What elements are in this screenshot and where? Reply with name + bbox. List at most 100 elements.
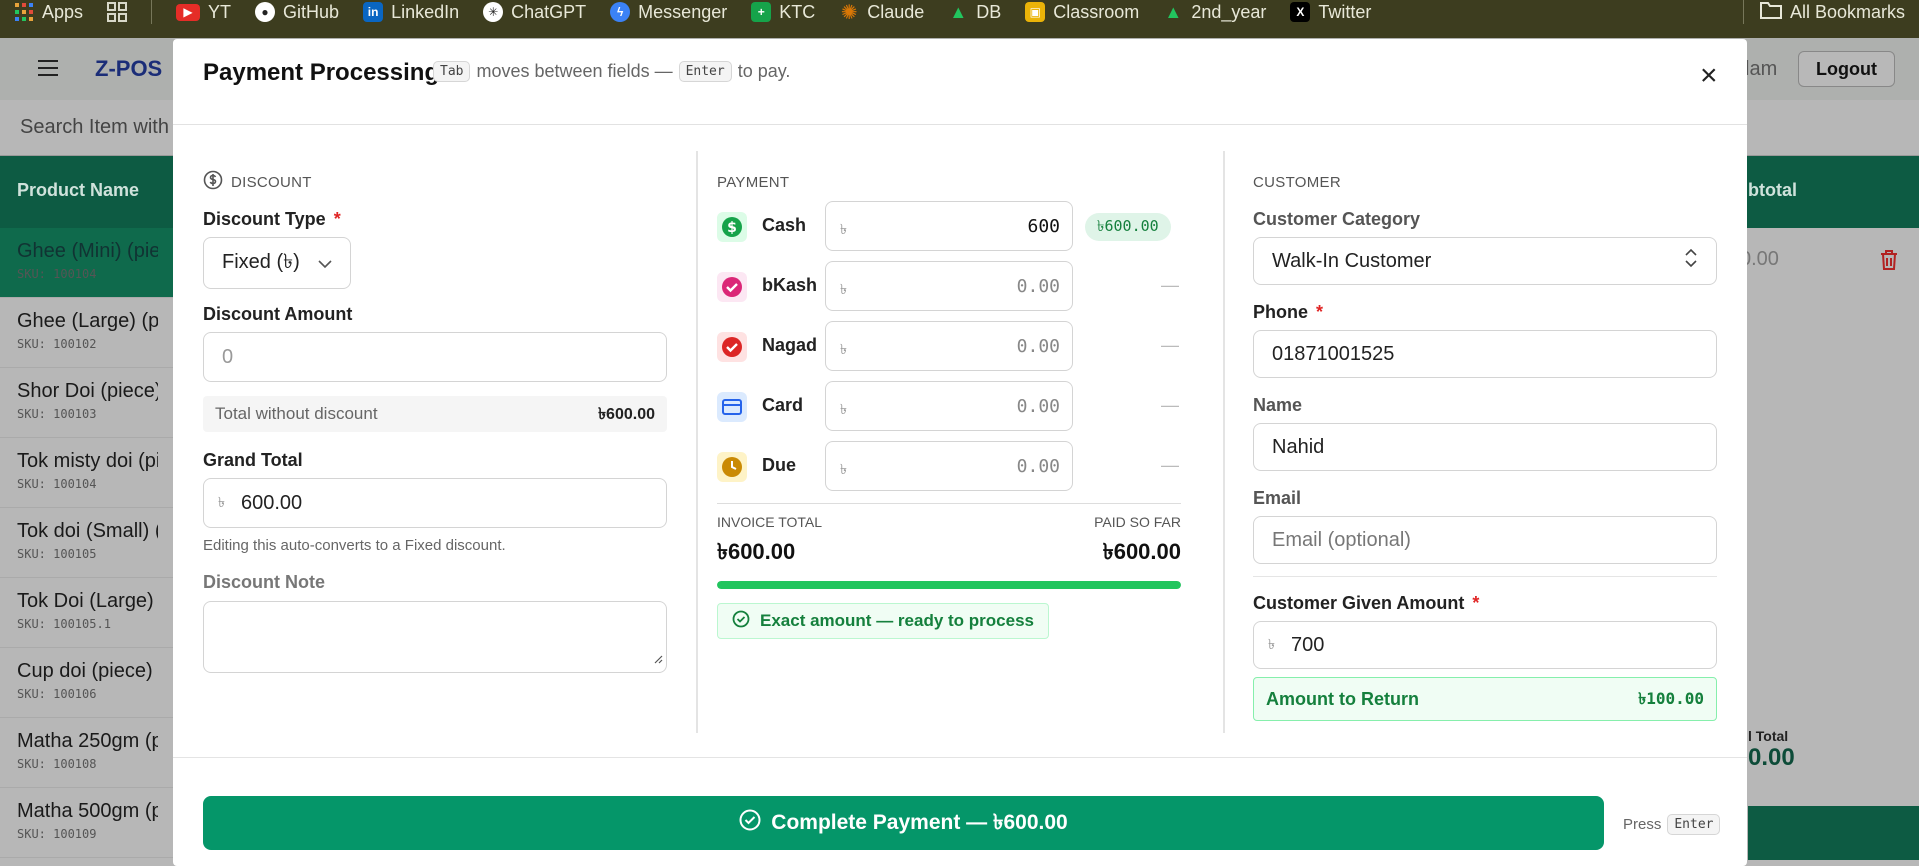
- brand-logo: Z-POS: [95, 56, 163, 81]
- product-item[interactable]: Matha 500gm (p SKU: 100109: [0, 788, 175, 858]
- bookmark-classroom[interactable]: ▣ Classroom: [1025, 2, 1139, 23]
- bookmark-github[interactable]: ● GitHub: [255, 2, 339, 23]
- discount-amount-input[interactable]: 0: [203, 332, 667, 382]
- x-icon: X: [1290, 2, 1311, 22]
- input-value: 0.00: [1016, 276, 1060, 297]
- product-item[interactable]: Ghee (Large) (pi SKU: 100102: [0, 298, 175, 368]
- bookmark-label: LinkedIn: [391, 1, 460, 22]
- total-value: 0.00: [1748, 744, 1795, 771]
- nagad-amount-badge: —: [1161, 335, 1179, 355]
- given-amount-input[interactable]: ৳ 700: [1253, 621, 1717, 669]
- section-title: DISCOUNT: [231, 173, 312, 191]
- total-label: l Total: [1748, 728, 1789, 744]
- bookmark-twitter[interactable]: X Twitter: [1290, 2, 1371, 23]
- logout-button[interactable]: Logout: [1798, 51, 1895, 87]
- grand-total-input[interactable]: ৳ 600.00: [203, 478, 667, 528]
- bookmark-2nd-year[interactable]: ▲ 2nd_year: [1163, 2, 1266, 23]
- claude-icon: ✺: [840, 1, 858, 24]
- close-icon[interactable]: ×: [1700, 61, 1718, 91]
- hint-text: to pay.: [737, 61, 791, 81]
- bookmark-separator: [1742, 0, 1744, 24]
- due-amount-input[interactable]: ৳ 0.00: [825, 441, 1073, 491]
- payment-modal: Payment Processing Tab moves between fie…: [173, 39, 1747, 866]
- payment-progress-fill: [717, 581, 1181, 589]
- due-amount-badge: —: [1161, 455, 1179, 475]
- status-text: Exact amount — ready to process: [760, 611, 1034, 630]
- column-subtotal: btotal: [1748, 180, 1797, 200]
- invoice-total-label: INVOICE TOTAL: [717, 514, 823, 530]
- currency-symbol: ৳: [840, 221, 847, 237]
- cash-amount-input[interactable]: ৳ 600: [825, 201, 1073, 251]
- input-placeholder: 0: [222, 345, 234, 368]
- grand-total-help: Editing this auto-converts to a Fixed di…: [203, 537, 506, 554]
- product-item[interactable]: Tok Doi (Large) (SKU: 100105.1: [0, 578, 175, 648]
- discount-type-label: Discount Type *: [203, 209, 341, 230]
- customer-section-label: CUSTOMER: [1253, 171, 1341, 193]
- product-name: Matha 250gm (p: [17, 730, 158, 752]
- check-circle-icon: [732, 610, 750, 633]
- chevron-down-icon: [318, 252, 332, 275]
- product-item[interactable]: Matha 250gm (p SKU: 100108: [0, 718, 175, 788]
- bookmark-apps[interactable]: Apps: [14, 2, 83, 23]
- input-value: 0.00: [1016, 396, 1060, 417]
- product-item[interactable]: Cup doi (piece) SKU: 100106: [0, 648, 175, 718]
- cash-amount-badge: ৳600.00: [1085, 213, 1171, 241]
- discount-section: DISCOUNT Discount Type * Fixed (৳) Discou…: [203, 151, 667, 733]
- bookmark-label: YT: [208, 1, 232, 22]
- column-divider: [1223, 151, 1225, 733]
- nagad-amount-input[interactable]: ৳ 0.00: [825, 321, 1073, 371]
- card-amount-input[interactable]: ৳ 0.00: [825, 381, 1073, 431]
- chevron-updown-icon: [1684, 248, 1698, 274]
- product-item[interactable]: Tok misty doi (pi SKU: 100104: [0, 438, 175, 508]
- kbd-tab: Tab: [433, 61, 471, 82]
- complete-payment-button[interactable]: Complete Payment — ৳600.00: [203, 796, 1604, 850]
- currency-symbol: ৳: [840, 341, 847, 357]
- press-label: Press: [1623, 816, 1662, 833]
- bookmark-yt[interactable]: ▶ YT: [176, 2, 231, 23]
- check-circle-icon: [739, 809, 761, 837]
- bookmark-label: Classroom: [1053, 1, 1140, 22]
- discount-note-textarea[interactable]: [203, 601, 667, 673]
- invoice-total-value: ৳600.00: [717, 539, 796, 564]
- resize-handle-icon[interactable]: [653, 647, 663, 670]
- bookmark-messenger[interactable]: ϟ Messenger: [610, 2, 727, 23]
- product-name: Matha 500gm (p: [17, 800, 158, 822]
- all-bookmarks[interactable]: All Bookmarks: [1759, 1, 1905, 24]
- payment-method-name: bKash: [762, 275, 818, 295]
- bookmark-ktc[interactable]: + KTC: [751, 2, 815, 23]
- input-placeholder: Email (optional): [1272, 528, 1411, 551]
- required-asterisk: *: [1472, 593, 1480, 613]
- grand-total-label: Grand Total: [203, 450, 303, 470]
- bookmark-separator: [151, 0, 153, 24]
- product-item[interactable]: Shor Doi (piece) SKU: 100103: [0, 368, 175, 438]
- bookmark-chatgpt[interactable]: ✳ ChatGPT: [483, 2, 586, 23]
- drive-icon: ▲: [1164, 1, 1183, 22]
- payment-row-cash: $ Cash ৳ 600 ৳600.00: [717, 201, 1181, 251]
- bookmark-label: ChatGPT: [511, 1, 587, 22]
- bookmark-claude[interactable]: ✺ Claude: [839, 1, 924, 24]
- bkash-amount-input[interactable]: ৳ 0.00: [825, 261, 1073, 311]
- checkout-button-background[interactable]: [1748, 806, 1919, 860]
- label-text: Discount Type: [203, 209, 326, 229]
- payment-method-name: Card: [762, 395, 804, 415]
- currency-symbol: ৳: [840, 281, 847, 297]
- trash-icon[interactable]: [1880, 250, 1898, 270]
- product-sku: SKU: 100102: [17, 337, 97, 351]
- email-input[interactable]: Email (optional): [1253, 516, 1717, 564]
- input-value: 01871001525: [1272, 342, 1395, 365]
- product-sku: SKU: 100103: [17, 407, 97, 421]
- customer-category-select[interactable]: Walk-In Customer: [1253, 237, 1717, 285]
- customer-section: CUSTOMER Customer Category Walk-In Custo…: [1253, 151, 1717, 733]
- required-asterisk: *: [1316, 302, 1324, 322]
- bookmark-db[interactable]: ▲ DB: [948, 2, 1001, 23]
- name-input[interactable]: Nahid: [1253, 423, 1717, 471]
- product-sku: SKU: 100105.1: [17, 617, 111, 631]
- menu-icon[interactable]: [38, 60, 58, 76]
- bookmark-tab-groups[interactable]: [107, 2, 128, 22]
- phone-input[interactable]: 01871001525: [1253, 330, 1717, 378]
- label-text: Phone: [1253, 302, 1309, 322]
- product-item[interactable]: Ghee (Mini) (pie SKU: 100104: [0, 228, 175, 298]
- discount-type-select[interactable]: Fixed (৳): [203, 237, 351, 289]
- product-item[interactable]: Tok doi (Small) (SKU: 100105: [0, 508, 175, 578]
- bookmark-linkedin[interactable]: in LinkedIn: [363, 2, 459, 23]
